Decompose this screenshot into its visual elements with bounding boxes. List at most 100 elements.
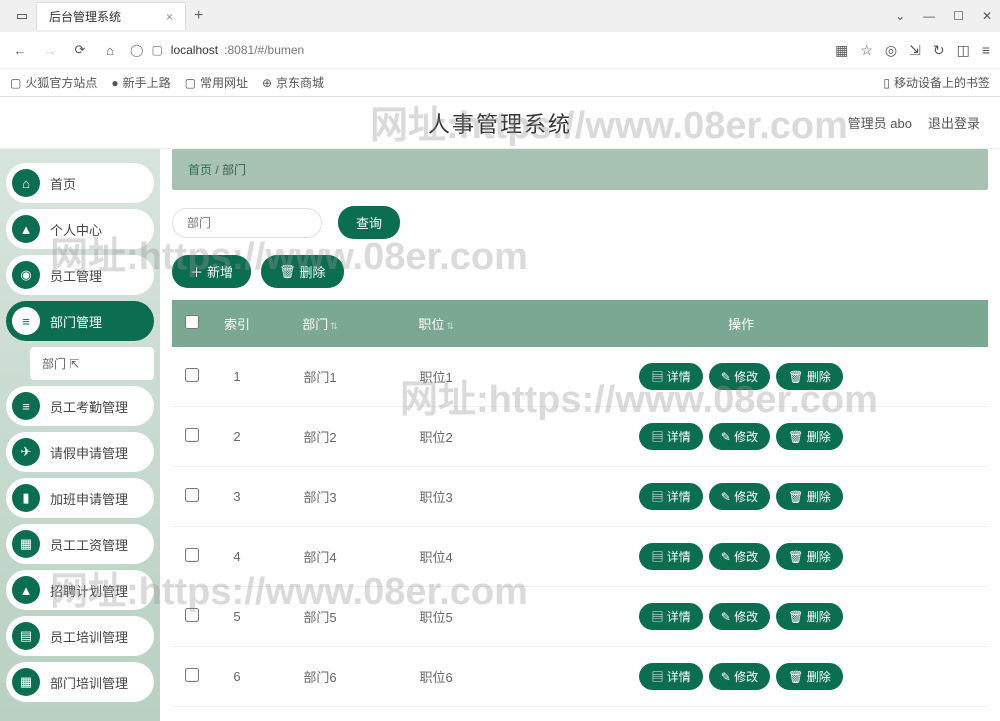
cell-position: 职位4: [378, 527, 494, 587]
new-tab-button[interactable]: +: [194, 7, 203, 25]
home-icon[interactable]: ⌂: [100, 43, 120, 58]
sidebar-item[interactable]: ≡员工考勤管理: [6, 386, 154, 426]
cell-dept: B部门: [262, 707, 378, 721]
back-icon[interactable]: ←: [10, 43, 30, 58]
row-delete-button[interactable]: 🗑 删除: [776, 423, 843, 450]
library-icon[interactable]: ↻: [933, 42, 945, 59]
sidebar-item[interactable]: ▦员工工资管理: [6, 524, 154, 564]
close-icon[interactable]: ×: [166, 10, 173, 24]
logout-button[interactable]: 退出登录: [928, 113, 980, 132]
sidebar-item[interactable]: ▲招聘计划管理: [6, 570, 154, 610]
row-checkbox[interactable]: [185, 488, 199, 502]
bookmark-bar: ▢ 火狐官方站点 ● 新手上路 ▢ 常用网址 ⊕ 京东商城 ▯ 移动设备上的书签: [0, 68, 1000, 96]
cell-position: 职位5: [378, 587, 494, 647]
sidebar-item[interactable]: ▮加班申请管理: [6, 478, 154, 518]
forward-icon[interactable]: →: [40, 43, 60, 58]
cell-index: 7: [212, 707, 262, 721]
detail-button[interactable]: ▤ 详情: [639, 483, 702, 510]
tab-title: 后台管理系统: [49, 8, 121, 25]
reader-icon[interactable]: ▦: [835, 42, 848, 59]
extensions-icon[interactable]: ⇲: [909, 42, 921, 59]
row-checkbox[interactable]: [185, 368, 199, 382]
detail-button[interactable]: ▤ 详情: [639, 663, 702, 690]
cell-position: B职位: [378, 707, 494, 721]
bookmark-item[interactable]: ▢ 常用网址: [185, 74, 248, 91]
cell-index: 1: [212, 347, 262, 407]
sidebar-item[interactable]: ≡部门管理: [6, 301, 154, 341]
browser-tab[interactable]: 后台管理系统 ×: [36, 2, 186, 30]
detail-button[interactable]: ▤ 详情: [639, 423, 702, 450]
bookmark-mobile[interactable]: ▯ 移动设备上的书签: [883, 74, 990, 91]
cell-position: 职位1: [378, 347, 494, 407]
browser-chrome: ▭ 后台管理系统 × + ⌄ — ☐ ✕ ← → ⟳ ⌂ ◯ ▢ localho…: [0, 0, 1000, 97]
row-delete-button[interactable]: 🗑 删除: [776, 363, 843, 390]
edit-button[interactable]: ✎ 修改: [709, 543, 770, 570]
row-checkbox[interactable]: [185, 548, 199, 562]
query-button[interactable]: 查询: [338, 206, 400, 239]
url-bar[interactable]: localhost:8081/#/bumen: [171, 43, 304, 57]
admin-label[interactable]: 管理员 abo: [848, 113, 912, 132]
sidebar-toggle-icon[interactable]: ▭: [14, 8, 30, 24]
menu-icon: ⌂: [12, 169, 40, 197]
col-position[interactable]: 职位⇅: [378, 300, 494, 347]
reload-icon[interactable]: ⟳: [70, 42, 90, 58]
detail-button[interactable]: ▤ 详情: [639, 543, 702, 570]
sidebar-item[interactable]: ▦ 部门培训管理: [6, 662, 154, 702]
submenu-item[interactable]: 部门 ⇱: [30, 347, 154, 380]
sidebar-item[interactable]: ◉员工管理: [6, 255, 154, 295]
bookmark-item[interactable]: ▢ 火狐官方站点: [10, 74, 97, 91]
edit-button[interactable]: ✎ 修改: [709, 483, 770, 510]
menu-icon: ▦: [12, 530, 40, 558]
row-checkbox[interactable]: [185, 608, 199, 622]
breadcrumb-current: 部门: [222, 163, 246, 177]
sidebar-item[interactable]: ▲个人中心: [6, 209, 154, 249]
app-header: 人事管理系统 管理员 abo 退出登录: [0, 97, 1000, 149]
data-table: 索引 部门⇅ 职位⇅ 操作 1部门1职位1▤ 详情✎ 修改🗑 删除2部门2职位2…: [172, 300, 988, 721]
cell-dept: 部门1: [262, 347, 378, 407]
row-delete-button[interactable]: 🗑 删除: [776, 483, 843, 510]
close-window-icon[interactable]: ✕: [982, 9, 992, 23]
sidebar-item[interactable]: ✈请假申请管理: [6, 432, 154, 472]
minimize-icon[interactable]: —: [923, 9, 935, 23]
app-title: 人事管理系统: [428, 107, 572, 139]
col-index[interactable]: 索引: [212, 300, 262, 347]
bookmark-star-icon[interactable]: ☆: [860, 42, 873, 59]
select-all-checkbox[interactable]: [185, 315, 199, 329]
edit-button[interactable]: ✎ 修改: [709, 363, 770, 390]
bookmark-item[interactable]: ● 新手上路: [111, 74, 170, 91]
add-button[interactable]: ＋ 新增: [172, 255, 251, 288]
bookmark-item[interactable]: ⊕ 京东商城: [262, 74, 324, 91]
row-delete-button[interactable]: 🗑 删除: [776, 603, 843, 630]
menu-label: 部门培训管理: [50, 673, 128, 692]
cell-position: 职位3: [378, 467, 494, 527]
menu-icon: ≡: [12, 307, 40, 335]
menu-icon: ▲: [12, 215, 40, 243]
shield-icon[interactable]: ◯: [130, 43, 143, 57]
sidebar-item[interactable]: ⌂首页: [6, 163, 154, 203]
dropdown-icon[interactable]: ⌄: [895, 9, 905, 23]
row-delete-button[interactable]: 🗑 删除: [776, 543, 843, 570]
lock-icon[interactable]: ▢: [151, 43, 162, 57]
col-dept[interactable]: 部门⇅: [262, 300, 378, 347]
account-icon[interactable]: ◎: [885, 42, 897, 59]
maximize-icon[interactable]: ☐: [953, 9, 964, 23]
delete-button[interactable]: 🗑 删除: [261, 255, 344, 288]
breadcrumb-home[interactable]: 首页: [188, 163, 212, 177]
edit-button[interactable]: ✎ 修改: [709, 663, 770, 690]
detail-button[interactable]: ▤ 详情: [639, 363, 702, 390]
sidebar-item[interactable]: ▤员工培训管理: [6, 616, 154, 656]
table-row: 7B部门B职位▤ 详情✎ 修改🗑 删除: [172, 707, 988, 721]
detail-button[interactable]: ▤ 详情: [639, 603, 702, 630]
row-delete-button[interactable]: 🗑 删除: [776, 663, 843, 690]
edit-button[interactable]: ✎ 修改: [709, 603, 770, 630]
menu-icon: ▦: [12, 668, 40, 696]
menu-icon: ◉: [12, 261, 40, 289]
row-checkbox[interactable]: [185, 428, 199, 442]
menu-icon[interactable]: ≡: [982, 42, 990, 59]
edit-button[interactable]: ✎ 修改: [709, 423, 770, 450]
menu-icon: ▲: [12, 576, 40, 604]
sidebar-icon[interactable]: ◫: [957, 42, 970, 59]
row-checkbox[interactable]: [185, 668, 199, 682]
search-input[interactable]: [172, 208, 322, 238]
menu-label: 请假申请管理: [50, 443, 128, 462]
